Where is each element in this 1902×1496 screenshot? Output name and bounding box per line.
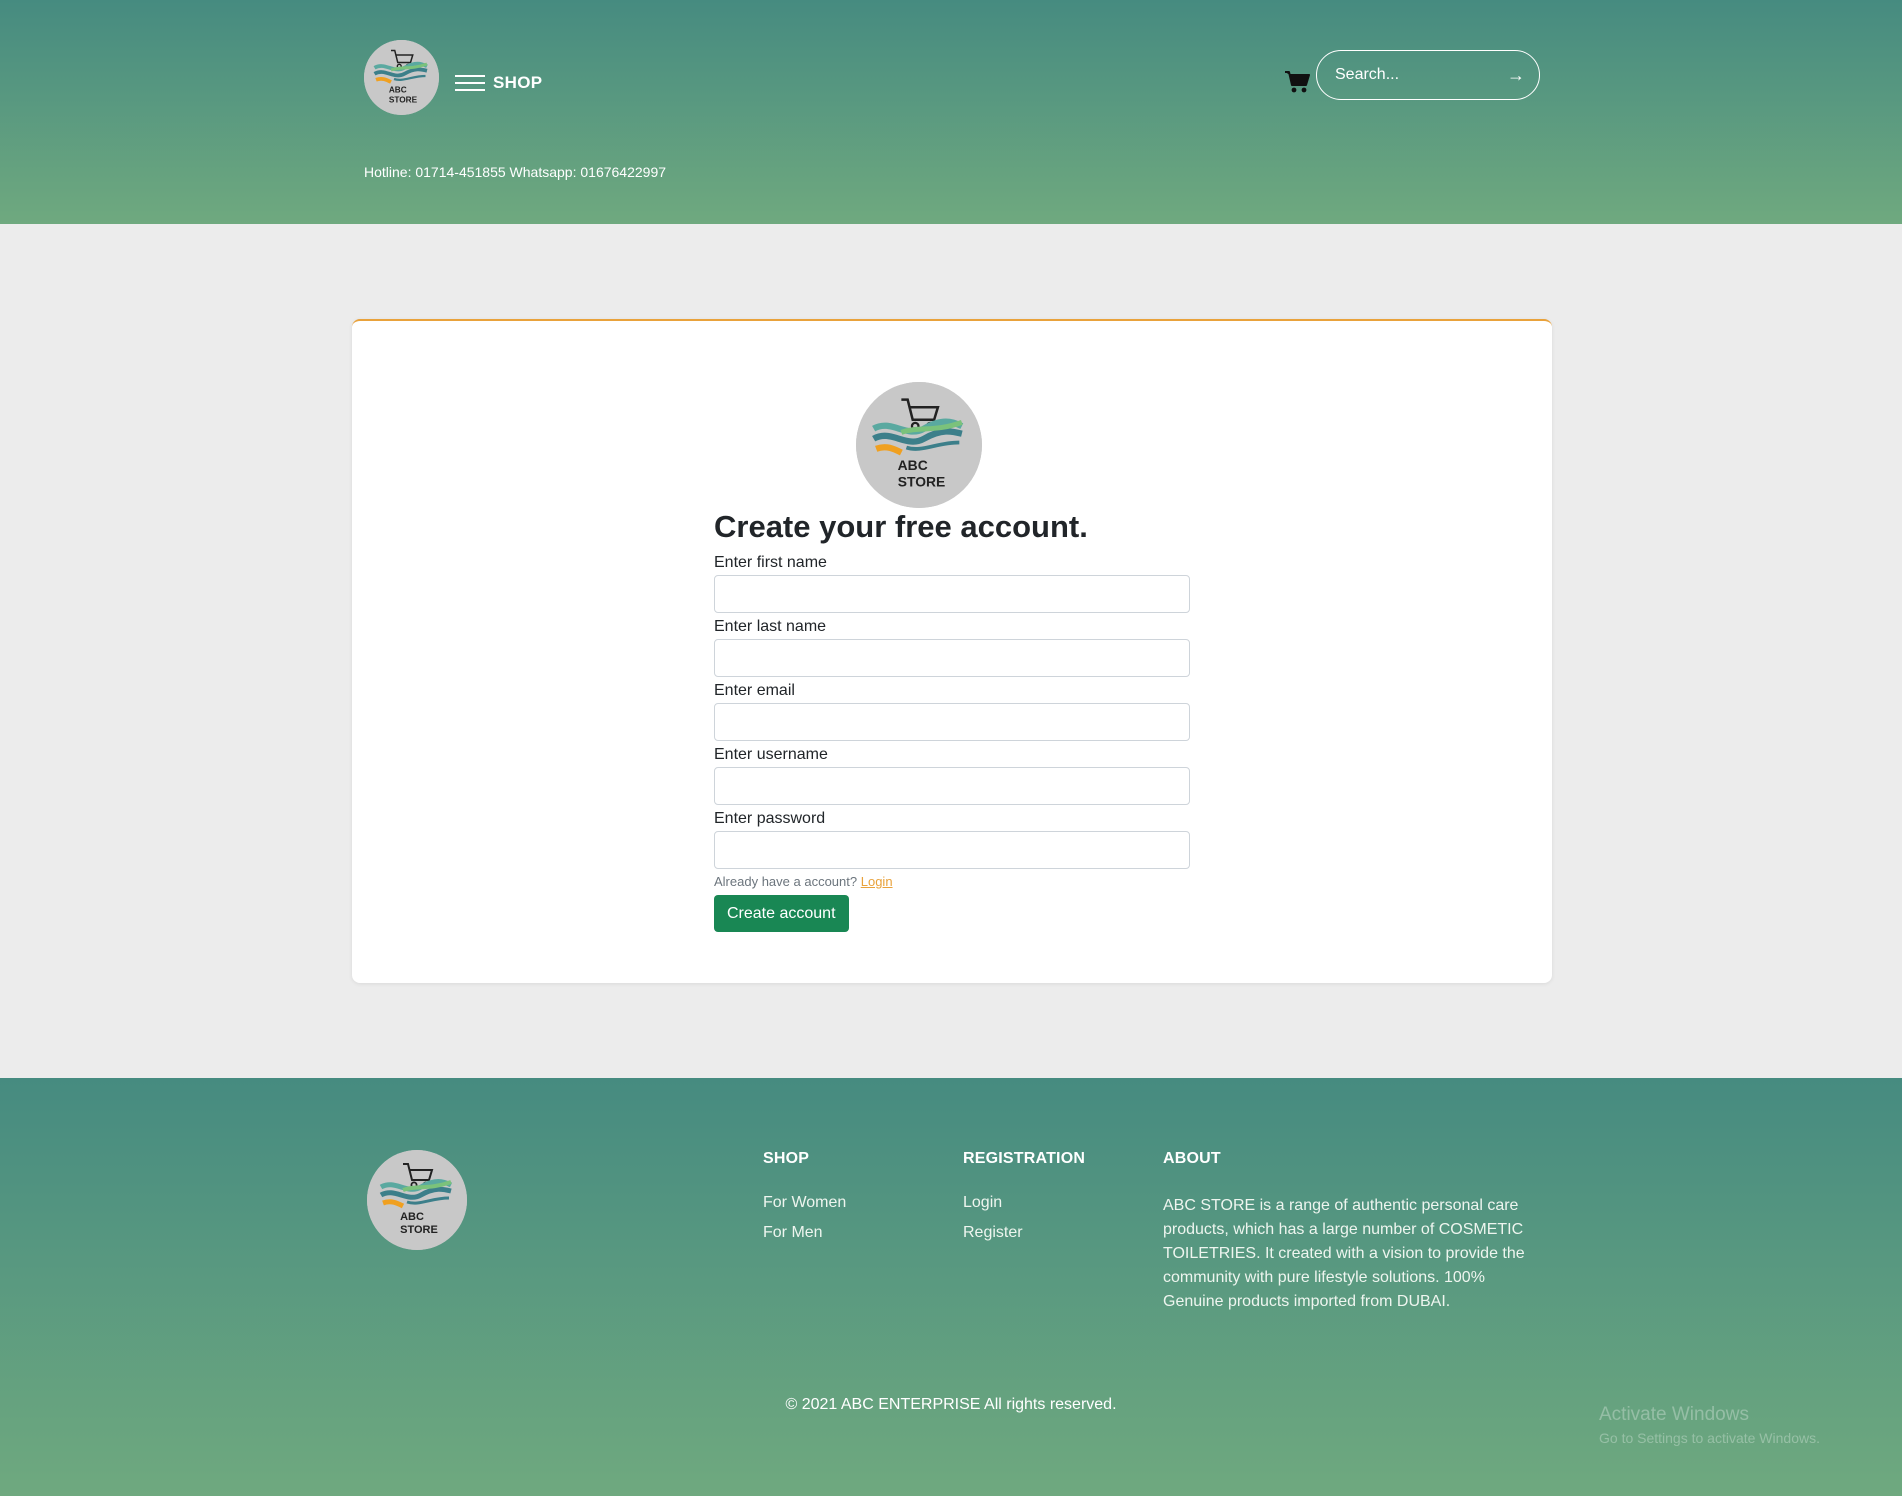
username-label: Enter username [714,746,828,763]
footer-link-register[interactable]: Register [963,1224,1085,1242]
logo-icon [856,382,982,508]
site-footer: SHOP For Women For Men REGISTRATION Logi… [0,1078,1902,1496]
menu-icon [455,75,485,91]
activate-windows-watermark: Activate Windows Go to Settings to activ… [1599,1404,1820,1446]
activate-windows-title: Activate Windows [1599,1404,1749,1425]
hotline-text: Hotline: 01714-451855 Whatsapp: 01676422… [364,164,667,180]
activate-windows-subtitle: Go to Settings to activate Windows. [1599,1430,1820,1446]
site-header: SHOP Hotline: 01714-451855 Whatsapp: 016… [0,0,1902,224]
shop-menu-label: SHOP [493,73,543,92]
first-name-label: Enter first name [714,554,827,571]
search-input[interactable] [1335,66,1507,84]
footer-link-for-women[interactable]: For Women [763,1194,846,1212]
footer-about-text: ABC STORE is a range of authentic person… [1163,1197,1525,1310]
footer-link-for-men[interactable]: For Men [763,1224,846,1242]
footer-about-column: ABOUT ABC STORE is a range of authentic … [1163,1150,1543,1314]
logo-icon[interactable] [364,40,439,115]
login-prompt-text: Already have a account? [714,874,858,889]
signup-form: Create your free account. Enter first na… [714,507,1190,932]
password-label: Enter password [714,810,826,827]
footer-shop-column: SHOP For Women For Men [763,1150,846,1254]
footer-about-heading: ABOUT [1163,1150,1221,1167]
login-prompt: Already have a account? Login [714,873,1190,891]
arrow-right-icon[interactable]: → [1507,65,1525,86]
login-link[interactable]: Login [861,874,893,889]
create-account-button[interactable]: Create account [714,895,849,932]
email-label: Enter email [714,682,795,699]
last-name-label: Enter last name [714,618,827,635]
email-field[interactable] [714,703,1190,741]
last-name-field[interactable] [714,639,1190,677]
footer-registration-column: REGISTRATION Login Register [963,1150,1085,1254]
password-field[interactable] [714,831,1190,869]
username-field[interactable] [714,767,1190,805]
signup-card: Create your free account. Enter first na… [352,319,1552,983]
logo-icon [367,1150,467,1250]
form-title: Create your free account. [714,509,1088,544]
footer-link-login[interactable]: Login [963,1194,1085,1212]
shop-menu-button[interactable]: SHOP [455,73,542,93]
footer-shop-heading: SHOP [763,1150,810,1167]
first-name-field[interactable] [714,575,1190,613]
footer-registration-heading: REGISTRATION [963,1150,1086,1167]
cart-icon[interactable] [1284,70,1310,94]
search-bar: → [1316,50,1540,100]
